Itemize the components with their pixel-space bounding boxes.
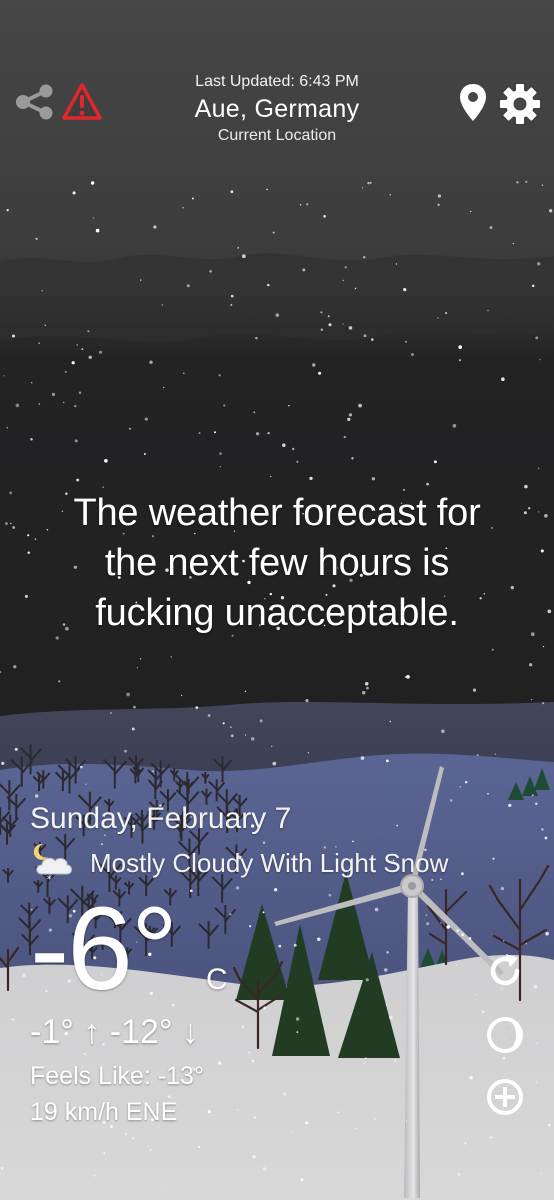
- forecast-message-line: fucking unacceptable.: [95, 592, 459, 634]
- moon-phase-icon[interactable]: [484, 1014, 526, 1056]
- svg-text:*: *: [47, 875, 52, 882]
- share-icon[interactable]: [14, 84, 56, 120]
- gear-icon[interactable]: [498, 82, 542, 126]
- condition-text: Mostly Cloudy With Light Snow: [90, 848, 449, 878]
- location-name[interactable]: Aue, Germany: [120, 92, 434, 126]
- forecast-message-line: The weather forecast for: [73, 492, 481, 534]
- wind-text: 19 km/h ENE: [30, 1098, 178, 1126]
- high-low-temperature: -1° ↑ -12° ↓: [30, 1013, 199, 1051]
- location-header: Last Updated: 6:43 PM Aue, Germany Curre…: [120, 72, 434, 146]
- refresh-icon[interactable]: [484, 950, 526, 992]
- plus-circle-icon[interactable]: [484, 1076, 526, 1118]
- temperature-unit[interactable]: C: [206, 962, 228, 998]
- weather-screen: Last Updated: 6:43 PM Aue, Germany Curre…: [0, 0, 554, 1200]
- location-subtitle: Current Location: [217, 127, 337, 144]
- location-pin-icon[interactable]: [458, 82, 488, 124]
- cloud-snow-night-icon: *: [33, 843, 72, 882]
- warning-icon[interactable]: [61, 82, 103, 122]
- forecast-message-line: the next few hours is: [104, 542, 450, 584]
- last-updated-text: Last Updated: 6:43 PM: [195, 73, 359, 90]
- current-temperature: -6°: [30, 883, 178, 1015]
- current-date: Sunday, February 7: [30, 802, 292, 835]
- forecast-message: The weather forecast for the next few ho…: [30, 488, 524, 638]
- feels-like-text: Feels Like: -13°: [30, 1062, 204, 1090]
